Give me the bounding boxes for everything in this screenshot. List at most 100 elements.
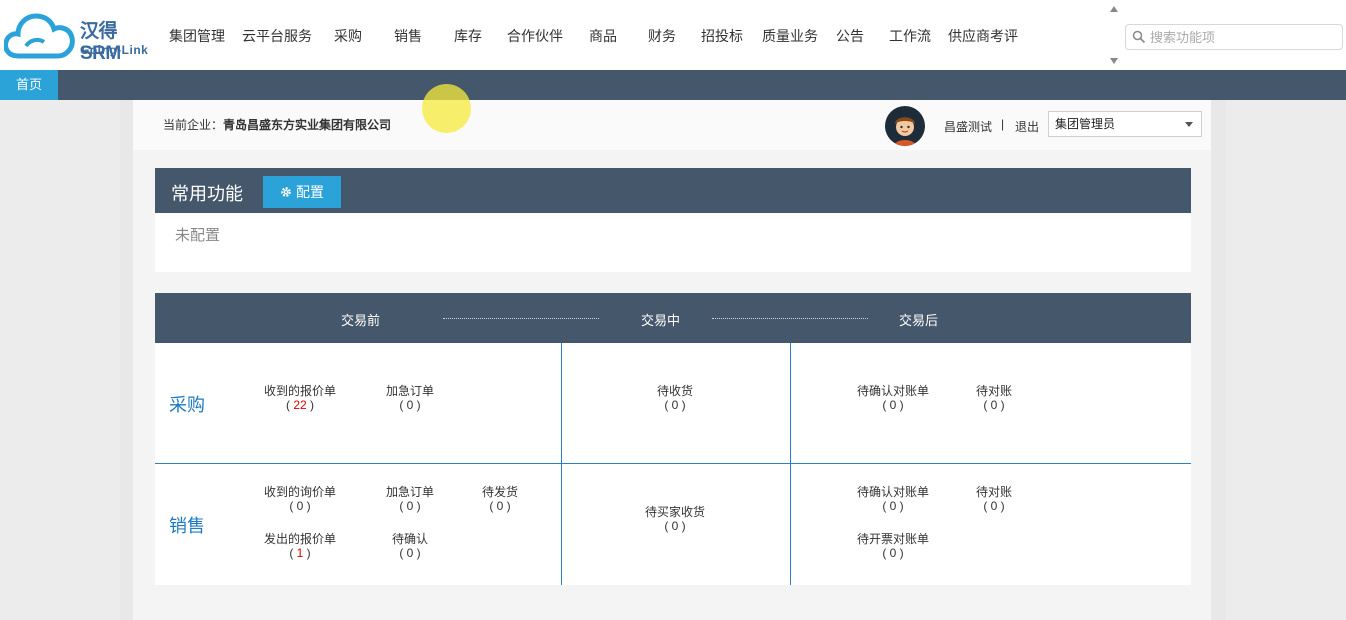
nav-item-finance[interactable]: 财务	[632, 0, 692, 70]
metric-received-inquiries[interactable]: 收到的询价单 ( 0 )	[250, 485, 350, 513]
metric-statements-to-confirm[interactable]: 待确认对账单 ( 0 )	[843, 384, 943, 412]
metric-statements-to-confirm[interactable]: 待确认对账单 ( 0 )	[843, 485, 943, 513]
metric-pending-confirmation[interactable]: 待确认 ( 0 )	[375, 532, 445, 560]
tab-bar: 首页	[0, 70, 1346, 100]
metric-label: 收到的报价单	[263, 384, 336, 398]
role-select[interactable]: 集团管理员	[1048, 111, 1202, 137]
metric-sent-quotations[interactable]: 发出的报价单 ( 1 )	[250, 532, 350, 560]
search-input[interactable]	[1150, 28, 1336, 46]
metric-label: 收到的询价单	[263, 485, 336, 499]
metric-count: 22	[293, 398, 307, 412]
metric-label: 待发货	[481, 485, 518, 499]
column-divider	[561, 343, 562, 585]
nav-item-quality[interactable]: 质量业务	[752, 0, 828, 70]
metric-pending-reconciliation[interactable]: 待对账 ( 0 )	[959, 384, 1029, 412]
gear-icon	[281, 186, 291, 197]
header-divider	[443, 318, 599, 319]
arrow-up-icon[interactable]	[1110, 6, 1118, 12]
nav-item-goods[interactable]: 商品	[574, 0, 632, 70]
metric-urgent-orders[interactable]: 加急订单 ( 0 )	[375, 384, 445, 412]
not-configured-text: 未配置	[175, 227, 221, 244]
username[interactable]: 昌盛测试	[944, 118, 992, 135]
metric-label: 待确认对账单	[856, 384, 929, 398]
metric-count: 0	[990, 499, 998, 513]
arrow-down-icon[interactable]	[1110, 58, 1118, 64]
metric-label: 待开票对账单	[856, 532, 929, 546]
trade-overview-header: 交易前 交易中 交易后	[155, 293, 1191, 343]
nav-item-cloud-platform[interactable]: 云平台服务	[234, 0, 320, 70]
nav-item-inventory[interactable]: 库存	[440, 0, 496, 70]
content-area: 当前企业：青岛昌盛东方实业集团有限公司 昌盛测试 | 退出 集团管理员 常用功能…	[120, 100, 1226, 620]
metric-label: 待收货	[656, 384, 693, 398]
role-select-value: 集团管理员	[1055, 117, 1116, 131]
search-icon	[1132, 30, 1146, 44]
brand-logo[interactable]: 汉得SRM Going-Link	[4, 8, 154, 64]
metric-count: 0	[296, 499, 304, 513]
metric-label: 发出的报价单	[263, 532, 336, 546]
row-label-purchase[interactable]: 采购	[169, 391, 205, 417]
metric-label: 待确认对账单	[856, 485, 929, 499]
metric-pending-receipt[interactable]: 待收货 ( 0 )	[640, 384, 710, 412]
nav-item-bidding[interactable]: 招投标	[692, 0, 752, 70]
metric-label: 待对账	[975, 485, 1012, 499]
avatar[interactable]	[885, 106, 925, 146]
row-divider	[155, 463, 1191, 464]
chevron-down-icon	[1185, 122, 1193, 127]
logout-link[interactable]: 退出	[1015, 118, 1039, 135]
company-name: 青岛昌盛东方实业集团有限公司	[223, 118, 392, 132]
header-after-trade: 交易后	[899, 313, 939, 328]
metric-count: 0	[990, 398, 998, 412]
separator: |	[1001, 117, 1005, 131]
current-company: 当前企业：青岛昌盛东方实业集团有限公司	[163, 116, 391, 133]
metric-count: 0	[496, 499, 504, 513]
metric-label: 待对账	[975, 384, 1012, 398]
trade-overview-card: 交易前 交易中 交易后 采购 收到的报价单 ( 22 ) 加急订单 ( 0 ) …	[155, 293, 1191, 585]
user-avatar-icon	[894, 117, 916, 146]
row-label-sales[interactable]: 销售	[169, 512, 205, 538]
tab-home[interactable]: 首页	[0, 70, 58, 100]
cursor-highlight	[422, 84, 471, 133]
metric-count: 0	[406, 546, 414, 560]
nav-item-workflow[interactable]: 工作流	[872, 0, 948, 70]
nav-item-announcement[interactable]: 公告	[828, 0, 872, 70]
metric-label: 待买家收货	[644, 505, 705, 519]
metric-count: 1	[296, 546, 304, 560]
metric-urgent-orders[interactable]: 加急订单 ( 0 )	[375, 485, 445, 513]
header-before-trade: 交易前	[341, 313, 381, 328]
common-functions-title: 常用功能	[171, 184, 243, 204]
nav-item-supplier-evaluation[interactable]: 供应商考评	[948, 0, 1018, 70]
user-info-bar: 当前企业：青岛昌盛东方实业集团有限公司 昌盛测试 | 退出 集团管理员	[133, 100, 1211, 150]
metric-label: 加急订单	[385, 485, 434, 499]
config-button-label: 配置	[296, 184, 324, 200]
main-nav: 集团管理 云平台服务 采购 销售 库存 合作伙伴 商品 财务 招投标 质量业务 …	[160, 0, 1018, 70]
metric-pending-buyer-receipt[interactable]: 待买家收货 ( 0 )	[630, 505, 720, 533]
company-label: 当前企业：	[163, 118, 224, 132]
nav-item-sales[interactable]: 销售	[376, 0, 440, 70]
metric-pending-shipment[interactable]: 待发货 ( 0 )	[470, 485, 530, 513]
common-functions-card: 常用功能 配置 未配置	[155, 168, 1191, 272]
metric-count: 0	[671, 519, 679, 533]
metric-statements-to-invoice[interactable]: 待开票对账单 ( 0 )	[843, 532, 943, 560]
function-search[interactable]	[1125, 24, 1343, 50]
header-during-trade: 交易中	[641, 313, 681, 328]
metric-count: 0	[889, 499, 897, 513]
nav-item-group-management[interactable]: 集团管理	[160, 0, 234, 70]
dashboard-panel: 当前企业：青岛昌盛东方实业集团有限公司 昌盛测试 | 退出 集团管理员 常用功能…	[133, 100, 1211, 620]
common-functions-header: 常用功能 配置	[155, 168, 1191, 213]
nav-item-partners[interactable]: 合作伙伴	[496, 0, 574, 70]
config-button[interactable]: 配置	[263, 176, 341, 208]
column-divider	[790, 343, 791, 585]
top-navigation-bar: 汉得SRM Going-Link 集团管理 云平台服务 采购 销售 库存 合作伙…	[0, 0, 1346, 70]
nav-item-purchase[interactable]: 采购	[320, 0, 376, 70]
metric-count: 0	[671, 398, 679, 412]
nav-scroller[interactable]	[1108, 6, 1122, 66]
brand-title: 汉得SRM	[80, 21, 121, 64]
metric-received-quotations[interactable]: 收到的报价单 ( 22 )	[250, 384, 350, 412]
metric-count: 0	[889, 398, 897, 412]
metric-count: 0	[406, 398, 414, 412]
metric-count: 0	[889, 546, 897, 560]
header-divider	[712, 318, 868, 319]
metric-pending-reconciliation[interactable]: 待对账 ( 0 )	[959, 485, 1029, 513]
cloud-logo-icon	[4, 13, 75, 59]
brand-subtitle: Going-Link	[80, 43, 149, 57]
